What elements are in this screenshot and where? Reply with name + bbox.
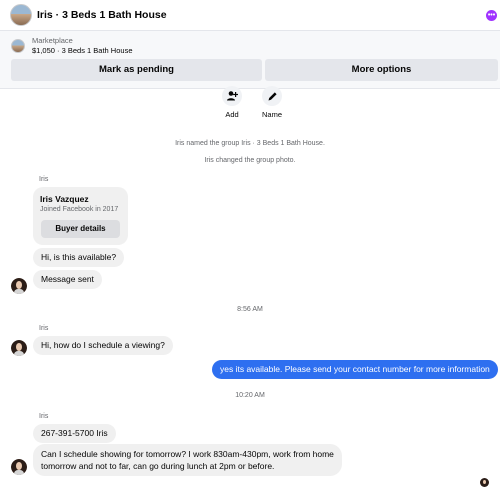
- sender-label: Iris: [39, 176, 49, 183]
- group-avatar[interactable]: [10, 4, 32, 26]
- chat-title[interactable]: Iris · 3 Beds 1 Bath House: [37, 9, 167, 21]
- marketplace-label: Marketplace: [32, 36, 73, 45]
- buyer-name: Iris Vazquez: [40, 194, 89, 204]
- pencil-icon: [262, 86, 282, 106]
- sender-label: Iris: [39, 325, 49, 332]
- name-label: Name: [261, 110, 282, 119]
- outgoing-message-bubble[interactable]: yes its available. Please send your cont…: [212, 360, 498, 379]
- add-people-button[interactable]: Add: [212, 86, 252, 119]
- buyer-details-button[interactable]: Buyer details: [41, 220, 120, 238]
- timestamp: 10:20 AM: [235, 392, 265, 399]
- avatar[interactable]: [11, 340, 27, 356]
- message-line: tomorrow and not to far, can go during l…: [41, 461, 275, 471]
- add-person-icon: [222, 86, 242, 106]
- sender-label: Iris: [39, 413, 49, 420]
- message-bubble[interactable]: Can I schedule showing for tomorrow? I w…: [33, 444, 342, 476]
- more-options-button[interactable]: More options: [265, 59, 498, 81]
- timestamp: 8:56 AM: [237, 306, 263, 313]
- buyer-card: Iris Vazquez Joined Facebook in 2017 Buy…: [33, 187, 128, 245]
- system-message-named: Iris named the group Iris · 3 Beds 1 Bat…: [175, 140, 325, 147]
- avatar[interactable]: [11, 459, 27, 475]
- more-icon[interactable]: •••: [486, 10, 497, 21]
- chat-header: Iris · 3 Beds 1 Bath House •••: [0, 0, 500, 31]
- mark-as-pending-button[interactable]: Mark as pending: [11, 59, 262, 81]
- message-bubble[interactable]: 267-391-5700 Iris: [33, 424, 116, 443]
- avatar[interactable]: [11, 278, 27, 294]
- read-receipt-avatar: [480, 478, 489, 487]
- name-group-button[interactable]: Name: [252, 86, 292, 119]
- message-line: Can I schedule showing for tomorrow? I w…: [41, 449, 334, 459]
- message-bubble[interactable]: Message sent: [33, 270, 102, 289]
- listing-summary[interactable]: $1,050 · 3 Beds 1 Bath House: [32, 46, 133, 55]
- message-bubble[interactable]: Hi, how do I schedule a viewing?: [33, 336, 173, 355]
- add-label: Add: [225, 110, 239, 119]
- message-bubble[interactable]: Hi, is this available?: [33, 248, 125, 267]
- listing-thumbnail[interactable]: [11, 39, 25, 53]
- buyer-joined: Joined Facebook in 2017: [40, 206, 119, 213]
- system-message-photo: Iris changed the group photo.: [204, 157, 296, 164]
- marketplace-bar: Marketplace $1,050 · 3 Beds 1 Bath House…: [0, 31, 500, 89]
